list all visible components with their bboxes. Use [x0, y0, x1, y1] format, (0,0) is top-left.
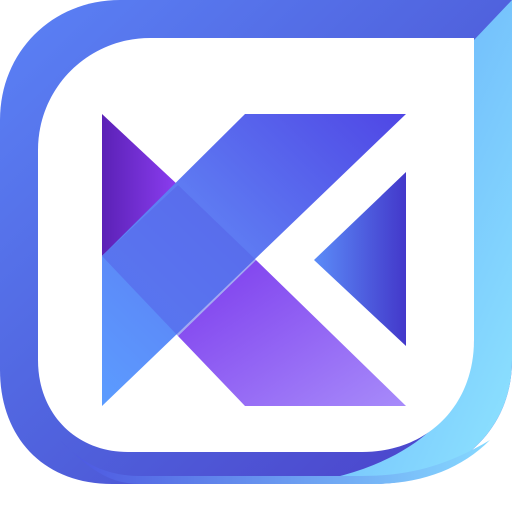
kx-app-icon — [0, 0, 512, 484]
